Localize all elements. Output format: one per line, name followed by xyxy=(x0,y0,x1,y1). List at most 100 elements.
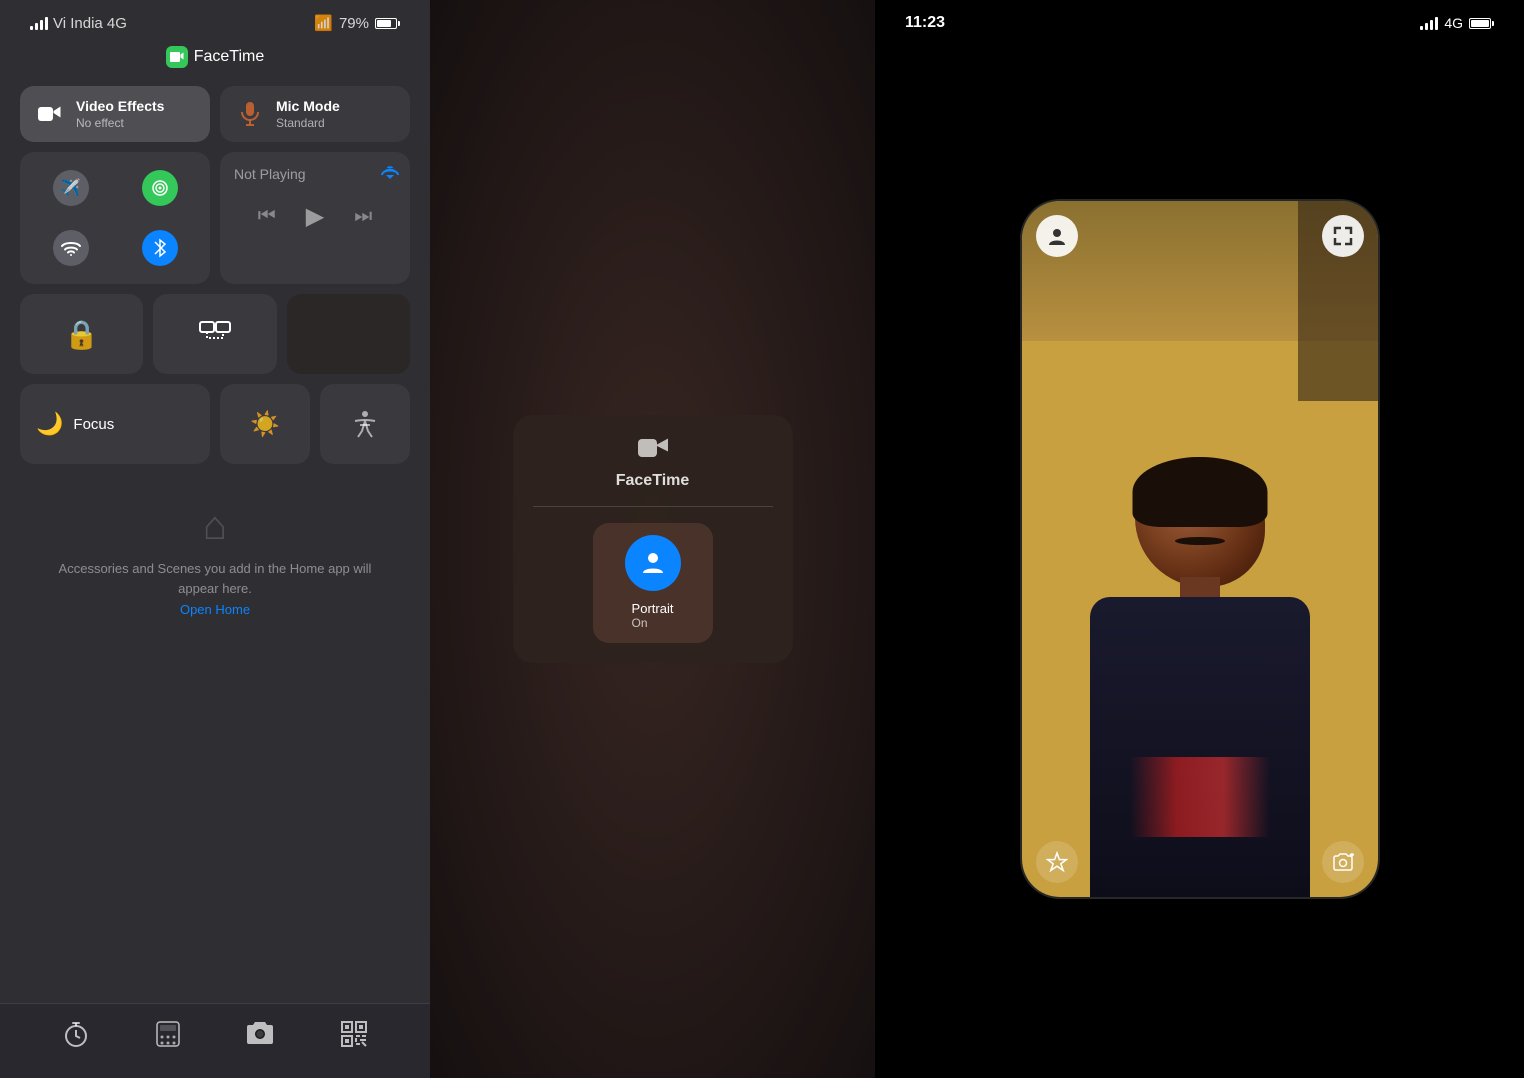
bluetooth-icon xyxy=(142,230,178,266)
bluetooth-svg xyxy=(153,238,167,258)
phone-frame xyxy=(1020,199,1380,899)
person-hair xyxy=(1132,457,1267,527)
home-description: Accessories and Scenes you add in the Ho… xyxy=(40,559,390,598)
battery-area: 📶 79% xyxy=(314,14,400,32)
portrait-person-svg xyxy=(639,549,667,577)
middle-panel: FaceTime Portrait On xyxy=(430,0,875,1078)
star-icon xyxy=(1046,851,1068,873)
sig-bar-4 xyxy=(1435,17,1438,30)
person-body xyxy=(1060,397,1340,897)
play-btn[interactable]: ▶ xyxy=(306,202,324,231)
battery-right xyxy=(1469,18,1494,29)
portrait-labels: Portrait On xyxy=(632,601,674,630)
status-bar-right: 11:23 4G xyxy=(875,0,1524,40)
wifi-btn-icon xyxy=(53,230,89,266)
timer-svg xyxy=(62,1020,90,1048)
accessibility-svg xyxy=(350,409,380,439)
dock-timer[interactable] xyxy=(62,1020,90,1048)
time-display: 11:23 xyxy=(905,14,945,32)
mic-mode-btn[interactable]: Mic Mode Standard xyxy=(220,86,410,142)
calculator-svg xyxy=(155,1020,181,1048)
wifi-btn[interactable] xyxy=(30,222,111,274)
bluetooth-btn[interactable] xyxy=(119,222,200,274)
qr-svg xyxy=(340,1020,368,1048)
popup-divider xyxy=(533,506,773,507)
status-bar-left: Vi India 4G 📶 79% xyxy=(20,0,410,40)
mic-svg xyxy=(240,102,260,126)
video-cam-svg xyxy=(38,105,62,123)
battery-fill xyxy=(377,20,391,27)
phone-frame-area xyxy=(875,40,1524,1078)
facetime-video xyxy=(1022,201,1378,897)
minimize-icon xyxy=(1333,226,1353,246)
signal-bars xyxy=(30,17,48,30)
camera-flip-svg xyxy=(1332,852,1354,872)
video-effects-title: Video Effects xyxy=(76,98,164,114)
battery-percent: 79% xyxy=(339,15,369,32)
carrier-signal: Vi India 4G xyxy=(30,15,127,32)
signal-bar-2 xyxy=(35,23,38,30)
airplay-icon[interactable] xyxy=(380,162,400,185)
wifi-svg xyxy=(61,240,81,256)
battery-fill-right xyxy=(1471,20,1489,27)
airplane-icon: ✈️ xyxy=(53,170,89,206)
status-icons-right: 4G xyxy=(1420,15,1494,31)
music-controls: ⏮ ▶ ⏭ xyxy=(234,202,396,231)
battery-icon xyxy=(375,18,400,29)
effects-btn[interactable] xyxy=(1036,841,1078,883)
airplane-btn[interactable]: ✈️ xyxy=(30,162,111,214)
video-effects-text: Video Effects No effect xyxy=(76,98,164,130)
dock-camera[interactable] xyxy=(245,1020,275,1048)
next-btn[interactable]: ⏭ xyxy=(354,205,372,228)
popup-camera-icon xyxy=(638,435,668,466)
home-section: ⌂ Accessories and Scenes you add in the … xyxy=(20,474,410,633)
video-effects-btn[interactable]: Video Effects No effect xyxy=(20,86,210,142)
battery-tip xyxy=(398,21,400,26)
cellular-btn[interactable] xyxy=(119,162,200,214)
battery-body-right xyxy=(1469,18,1491,29)
airplay-svg xyxy=(380,162,400,180)
lock-rotation-btn[interactable]: 🔒 xyxy=(20,294,143,374)
battery-tip-right xyxy=(1492,21,1494,26)
music-tile[interactable]: Not Playing ⏮ ▶ ⏭ xyxy=(220,152,410,284)
popup-header: FaceTime xyxy=(616,435,690,490)
facetime-header-label: FaceTime xyxy=(194,48,265,66)
person-mustache xyxy=(1175,537,1225,545)
signal-bars-right xyxy=(1420,17,1438,30)
focus-btn[interactable]: 🌙 Focus xyxy=(20,384,210,464)
brightness-btn[interactable]: ☀️ xyxy=(220,384,310,464)
mic-mode-text: Mic Mode Standard xyxy=(276,98,340,130)
cellular-svg xyxy=(151,179,169,197)
signal-bar-4 xyxy=(45,17,48,30)
person-torso xyxy=(1090,597,1310,897)
not-playing-label: Not Playing xyxy=(234,166,396,182)
open-home-link[interactable]: Open Home xyxy=(180,602,250,617)
focus-row: 🌙 Focus ☀️ xyxy=(20,384,410,464)
portrait-state: On xyxy=(632,616,674,630)
mic-mode-inner: Mic Mode Standard xyxy=(234,98,396,130)
shirt-design xyxy=(1130,757,1270,837)
mic-icon xyxy=(234,98,266,130)
minimize-btn[interactable] xyxy=(1322,215,1364,257)
dock-qr[interactable] xyxy=(340,1020,368,1048)
accessibility-btn[interactable] xyxy=(320,384,410,464)
screen-mirror-btn[interactable] xyxy=(153,294,276,374)
camera-flip-btn[interactable] xyxy=(1322,841,1364,883)
popup-cam-svg xyxy=(638,437,668,459)
video-effects-popup: FaceTime Portrait On xyxy=(513,415,793,663)
caller-profile-btn[interactable] xyxy=(1036,215,1078,257)
dock-calculator[interactable] xyxy=(155,1020,181,1048)
lock-rotation-icon: 🔒 xyxy=(64,318,99,351)
camera-dock-svg xyxy=(245,1020,275,1046)
right-panel: 11:23 4G xyxy=(875,0,1524,1078)
portrait-effect-btn[interactable]: Portrait On xyxy=(593,523,713,643)
portrait-icon xyxy=(625,535,681,591)
bottom-dock xyxy=(0,1003,430,1078)
portrait-label: Portrait xyxy=(632,601,674,616)
second-controls-row: 🔒 xyxy=(20,294,410,374)
mic-mode-subtitle: Standard xyxy=(276,116,340,130)
prev-btn[interactable]: ⏮ xyxy=(258,205,276,228)
main-controls-grid: ✈️ xyxy=(20,152,410,284)
battery-body xyxy=(375,18,397,29)
focus-moon-icon: 🌙 xyxy=(36,411,63,437)
